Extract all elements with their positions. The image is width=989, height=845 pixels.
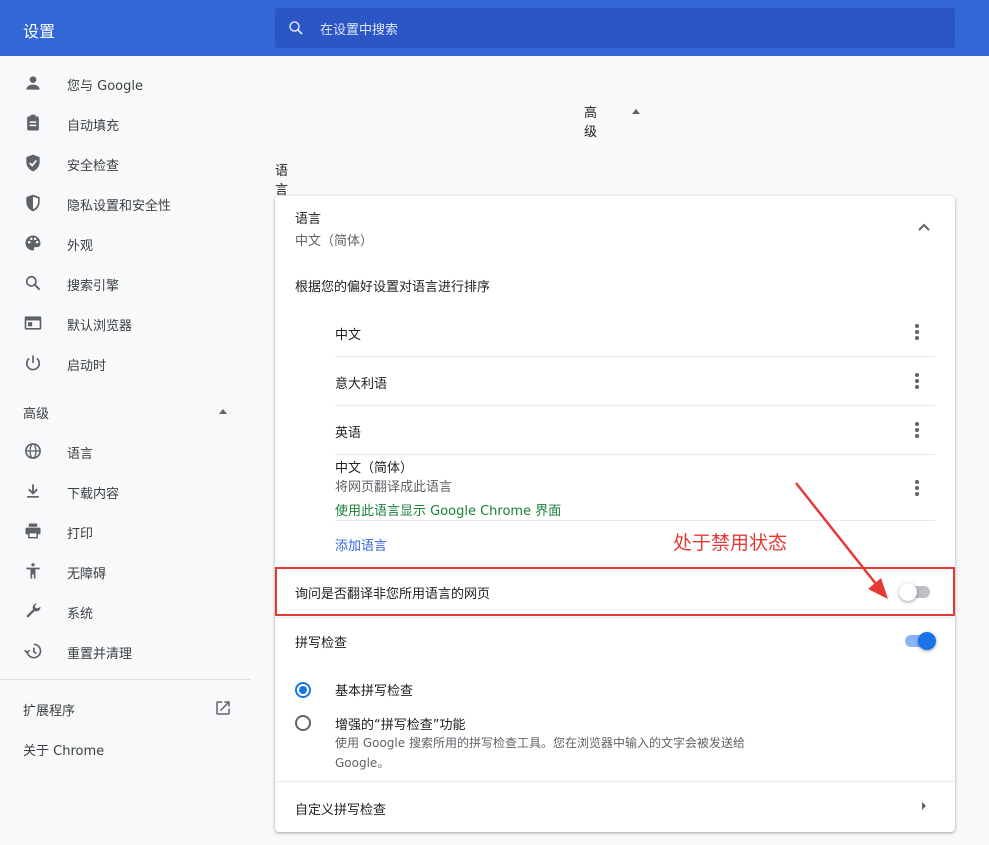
- sidebar-item-default-browser[interactable]: 默认浏览器: [0, 303, 250, 343]
- sidebar: 您与 Google 自动填充 安全检查 隐私设置和安全性 外观 搜索引擎 默认浏…: [0, 56, 250, 845]
- sidebar-item-label: 重置并清理: [67, 647, 133, 662]
- sidebar-item-about[interactable]: 关于 Chrome: [0, 728, 250, 768]
- more-vert-icon[interactable]: [915, 480, 919, 496]
- add-language-link[interactable]: 添加语言: [335, 535, 387, 554]
- history-icon: [24, 643, 42, 659]
- sidebar-item-privacy[interactable]: 隐私设置和安全性: [0, 183, 250, 223]
- basic-spellcheck-radio[interactable]: [295, 682, 311, 698]
- download-icon: [27, 484, 39, 498]
- advanced-toggle[interactable]: 高级: [584, 102, 597, 140]
- search-input[interactable]: 在设置中搜索: [320, 19, 398, 38]
- globe-icon: [25, 443, 41, 459]
- advanced-toggle-label: 高级: [584, 106, 598, 140]
- enhanced-spellcheck-radio[interactable]: [295, 715, 311, 731]
- row-divider: [275, 617, 955, 618]
- languages-title: 语言: [295, 212, 322, 227]
- list-divider: [335, 405, 935, 406]
- sidebar-item-label: 系统: [67, 607, 94, 622]
- sidebar-item-safety-check[interactable]: 安全检查: [0, 143, 250, 183]
- language-translate-note: 将网页翻译成此语言: [335, 480, 453, 495]
- search-icon: [289, 21, 303, 35]
- sidebar-item-label: 启动时: [67, 359, 107, 374]
- languages-card: 语言 中文（简体） 根据您的偏好设置对语言进行排序 中文 意大利语 英语 中文（…: [275, 196, 955, 832]
- clipboard-icon: [27, 114, 39, 131]
- list-divider: [335, 356, 935, 357]
- external-link-icon: [216, 701, 230, 715]
- spellcheck-label: 拼写检查: [295, 636, 348, 651]
- sidebar-item-label: 自动填充: [67, 119, 120, 134]
- sidebar-item-reset[interactable]: 重置并清理: [0, 631, 250, 671]
- language-ui-note: 使用此语言显示 Google Chrome 界面: [335, 504, 562, 519]
- sidebar-item-label: 默认浏览器: [67, 319, 133, 334]
- annotation-label: 处于禁用状态: [673, 532, 788, 554]
- wrench-icon: [26, 603, 41, 618]
- sidebar-divider: [0, 679, 250, 680]
- enhanced-spellcheck-label: 增强的“拼写检查”功能: [335, 718, 466, 733]
- shield-icon: [26, 194, 40, 212]
- sidebar-item-label: 搜索引擎: [67, 279, 120, 294]
- app-title: 设置: [23, 22, 56, 41]
- more-vert-icon[interactable]: [915, 373, 919, 389]
- sidebar-item-appearance[interactable]: 外观: [0, 223, 250, 263]
- language-name: 中文: [335, 328, 362, 343]
- sidebar-item-label: 关于 Chrome: [23, 744, 105, 759]
- sidebar-item-label: 打印: [67, 527, 94, 542]
- search-icon: [25, 275, 41, 291]
- sidebar-item-autofill[interactable]: 自动填充: [0, 103, 250, 143]
- sidebar-item-label: 您与 Google: [67, 79, 143, 94]
- custom-spellcheck-label: 自定义拼写检查: [295, 803, 387, 818]
- sidebar-advanced-toggle[interactable]: 高级: [0, 391, 250, 431]
- search-box[interactable]: 在设置中搜索: [275, 8, 955, 48]
- enhanced-spellcheck-desc: Google。: [335, 756, 390, 770]
- enhanced-spellcheck-desc: 使用 Google 搜索所用的拼写检查工具。您在浏览器中输入的文字会被发送给: [335, 736, 745, 750]
- shield-check-icon: [26, 154, 40, 172]
- sidebar-item-accessibility[interactable]: 无障碍: [0, 551, 250, 591]
- languages-current: 中文（简体）: [295, 234, 374, 249]
- sidebar-item-system[interactable]: 系统: [0, 591, 250, 631]
- chevron-up-icon: [219, 409, 227, 414]
- sidebar-item-search-engine[interactable]: 搜索引擎: [0, 263, 250, 303]
- chevron-right-icon: [922, 802, 926, 810]
- sidebar-advanced-label: 高级: [23, 407, 50, 422]
- custom-spellcheck-row[interactable]: 自定义拼写检查: [275, 782, 955, 830]
- more-vert-icon[interactable]: [915, 324, 919, 340]
- language-name: 英语: [335, 426, 362, 441]
- accessibility-icon: [26, 563, 40, 579]
- sidebar-item-you-and-google[interactable]: 您与 Google: [0, 63, 250, 103]
- sidebar-item-downloads[interactable]: 下载内容: [0, 471, 250, 511]
- more-vert-icon[interactable]: [915, 422, 919, 438]
- basic-spellcheck-label: 基本拼写检查: [335, 684, 414, 699]
- spellcheck-toggle[interactable]: [902, 631, 936, 651]
- sidebar-item-extensions[interactable]: 扩展程序: [0, 688, 250, 728]
- palette-icon: [25, 235, 41, 251]
- list-divider: [335, 454, 935, 455]
- language-name: 中文（简体）: [335, 461, 414, 476]
- sidebar-item-label: 扩展程序: [23, 704, 76, 719]
- power-icon: [25, 355, 41, 371]
- collapse-chevron-icon[interactable]: [915, 220, 933, 234]
- sidebar-item-label: 安全检查: [67, 159, 120, 174]
- printer-icon: [25, 523, 41, 539]
- sidebar-item-label: 下载内容: [67, 487, 120, 502]
- sidebar-item-label: 外观: [67, 239, 94, 254]
- top-bar: 设置 在设置中搜索: [0, 0, 989, 56]
- list-divider: [335, 520, 935, 521]
- annotation-highlight-box: [275, 567, 955, 616]
- sidebar-item-languages[interactable]: 语言: [0, 431, 250, 471]
- person-icon: [26, 76, 40, 90]
- section-title: 语言: [275, 164, 289, 198]
- sidebar-item-label: 无障碍: [67, 567, 107, 582]
- sidebar-item-label: 语言: [67, 447, 94, 462]
- browser-icon: [24, 316, 42, 330]
- chevron-up-icon[interactable]: [632, 109, 640, 114]
- language-name: 意大利语: [335, 377, 388, 392]
- sidebar-item-label: 隐私设置和安全性: [67, 199, 172, 214]
- sidebar-item-printing[interactable]: 打印: [0, 511, 250, 551]
- sidebar-item-on-startup[interactable]: 启动时: [0, 343, 250, 383]
- language-order-label: 根据您的偏好设置对语言进行排序: [295, 280, 491, 295]
